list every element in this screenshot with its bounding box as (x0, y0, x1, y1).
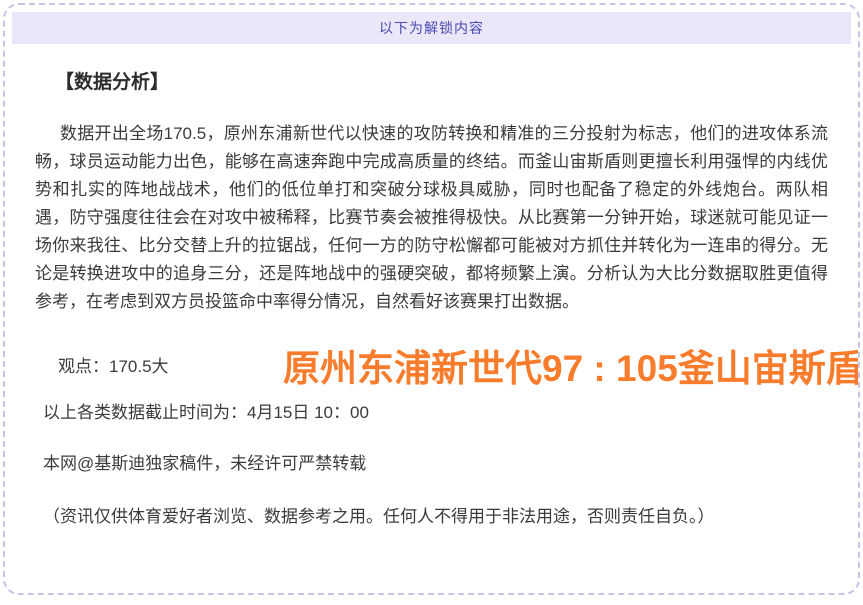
unlock-banner-text: 以下为解锁内容 (379, 18, 484, 38)
copyright-line: 本网@基斯迪独家稿件，未经许可严禁转载 (43, 451, 828, 477)
unlocked-content-panel: 以下为解锁内容 【数据分析】 数据开出全场170.5，原州东浦新世代以快速的攻防… (3, 3, 860, 595)
disclaimer-line: （资讯仅供体育爱好者浏览、数据参考之用。任何人不得用于非法用途，否则责任自负。） (43, 504, 828, 530)
section-title: 【数据分析】 (35, 70, 828, 96)
article-content: 【数据分析】 数据开出全场170.5，原州东浦新世代以快速的攻防转换和精准的三分… (5, 70, 858, 530)
viewpoint-row: 观点：170.5大 原州东浦新世代97 : 105釜山宙斯盾 (5, 340, 858, 388)
unlock-banner: 以下为解锁内容 (12, 12, 851, 44)
match-score-text: 原州东浦新世代97 : 105釜山宙斯盾 (283, 338, 860, 392)
viewpoint-text: 观点：170.5大 (58, 352, 169, 377)
data-cutoff-line: 以上各类数据截止时间为：4月15日 10：00 (43, 400, 828, 426)
analysis-paragraph: 数据开出全场170.5，原州东浦新世代以快速的攻防转换和精准的三分投射为标志，他… (35, 120, 828, 316)
